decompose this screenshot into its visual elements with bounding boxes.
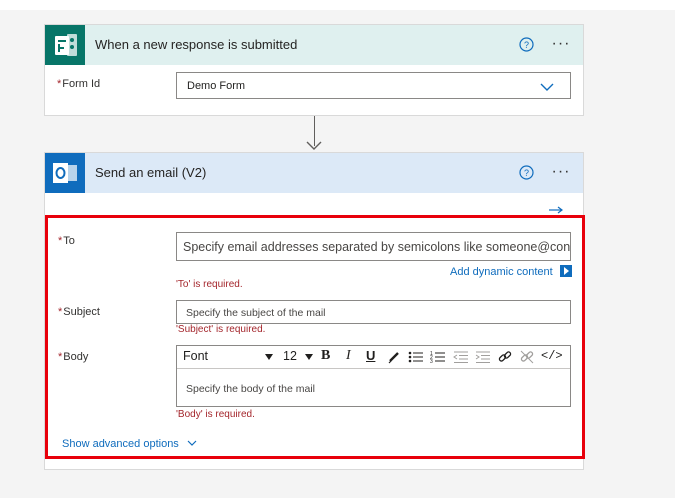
trigger-header[interactable]: When a new response is submitted ? ··· (45, 25, 583, 65)
trigger-title: When a new response is submitted (95, 37, 298, 52)
body-label: *Body (58, 351, 89, 363)
svg-text:?: ? (524, 168, 529, 178)
forms-icon (45, 25, 85, 65)
to-label: *To (58, 235, 75, 247)
form-id-dropdown[interactable]: Demo Form (176, 72, 571, 99)
action-card: Send an email (V2) ? ··· *To Specify ema… (44, 152, 585, 470)
subject-input[interactable]: Specify the subject of the mail (176, 300, 571, 324)
subject-placeholder: Specify the subject of the mail (186, 307, 326, 319)
action-title: Send an email (V2) (95, 165, 207, 180)
to-input[interactable]: Specify email addresses separated by sem… (176, 232, 571, 261)
to-placeholder: Specify email addresses separated by sem… (183, 240, 571, 254)
outlook-icon (45, 153, 85, 193)
dropdown-triangle-icon (305, 354, 313, 360)
link-icon[interactable] (498, 350, 512, 364)
arrow-right-icon[interactable] (548, 206, 564, 214)
more-options-icon[interactable]: ··· (549, 163, 573, 183)
form-id-label: *Form Id (57, 78, 101, 90)
font-size-select[interactable]: 12 (283, 349, 313, 365)
unlink-icon[interactable] (520, 350, 534, 364)
subject-label: *Subject (58, 306, 100, 318)
show-advanced-options-link[interactable]: Show advanced options (62, 438, 197, 450)
add-dynamic-content-link[interactable]: Add dynamic content (450, 265, 572, 278)
svg-text:?: ? (524, 40, 529, 50)
bold-icon[interactable]: B (321, 348, 330, 364)
dynamic-content-icon (559, 265, 572, 277)
to-error: 'To' is required. (176, 279, 243, 290)
form-id-value: Demo Form (187, 80, 246, 92)
action-header[interactable]: Send an email (V2) ? ··· (45, 153, 583, 193)
bullet-list-icon[interactable] (408, 350, 424, 364)
trigger-card: When a new response is submitted ? ··· *… (44, 24, 584, 116)
chevron-down-icon (187, 440, 197, 446)
font-family-select[interactable]: Font (183, 349, 273, 365)
underline-icon[interactable]: U (366, 348, 375, 363)
top-strip (0, 0, 675, 10)
decrease-indent-icon[interactable] (453, 350, 469, 364)
code-view-icon[interactable]: </> (541, 349, 563, 363)
chevron-down-icon (540, 83, 554, 91)
svg-text:3: 3 (430, 359, 433, 364)
help-icon[interactable]: ? (519, 165, 534, 180)
body-toolbar: Font 12 B I U 1 2 3 </> (177, 346, 570, 369)
subject-error: 'Subject' is required. (176, 324, 266, 335)
highlight-pen-icon[interactable] (387, 350, 401, 364)
arrow-down-icon (306, 141, 322, 150)
highlight-box: *To Specify email addresses separated by… (45, 215, 585, 459)
numbered-list-icon[interactable]: 1 2 3 (430, 350, 446, 364)
more-options-icon[interactable]: ··· (549, 35, 573, 55)
body-placeholder[interactable]: Specify the body of the mail (186, 383, 315, 395)
italic-icon[interactable]: I (346, 348, 351, 364)
dropdown-triangle-icon (265, 354, 273, 360)
body-error: 'Body' is required. (176, 409, 255, 420)
body-editor: Font 12 B I U 1 2 3 </> Specify the body… (176, 345, 571, 407)
help-icon[interactable]: ? (519, 37, 534, 52)
increase-indent-icon[interactable] (475, 350, 491, 364)
